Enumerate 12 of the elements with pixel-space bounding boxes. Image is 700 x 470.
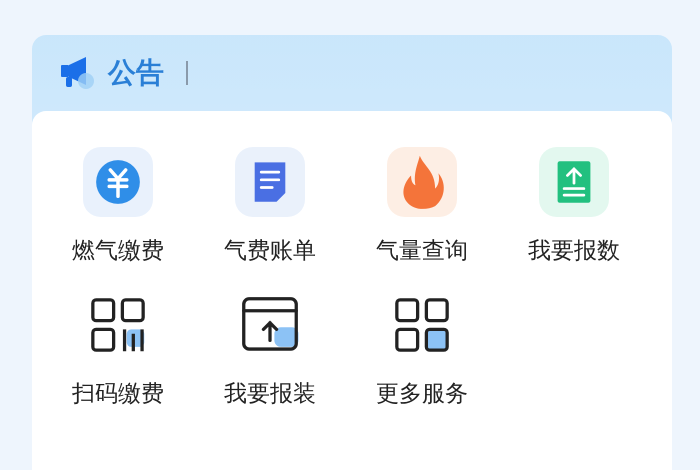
service-label[interactable]: 气量查询 <box>376 235 468 266</box>
upload-icon[interactable] <box>539 147 609 217</box>
service-label[interactable]: 我要报数 <box>528 235 620 266</box>
service-label[interactable]: 扫码缴费 <box>72 378 164 409</box>
service-label[interactable]: 我要报装 <box>224 378 316 409</box>
document-icon[interactable] <box>235 147 305 217</box>
notice-title: 公告 <box>108 55 164 91</box>
yen-icon[interactable] <box>83 147 153 217</box>
service-label[interactable]: 更多服务 <box>376 378 468 409</box>
service-label[interactable]: 燃气缴费 <box>72 235 164 266</box>
flame-icon[interactable] <box>387 147 457 217</box>
service-label[interactable]: 气费账单 <box>224 235 316 266</box>
